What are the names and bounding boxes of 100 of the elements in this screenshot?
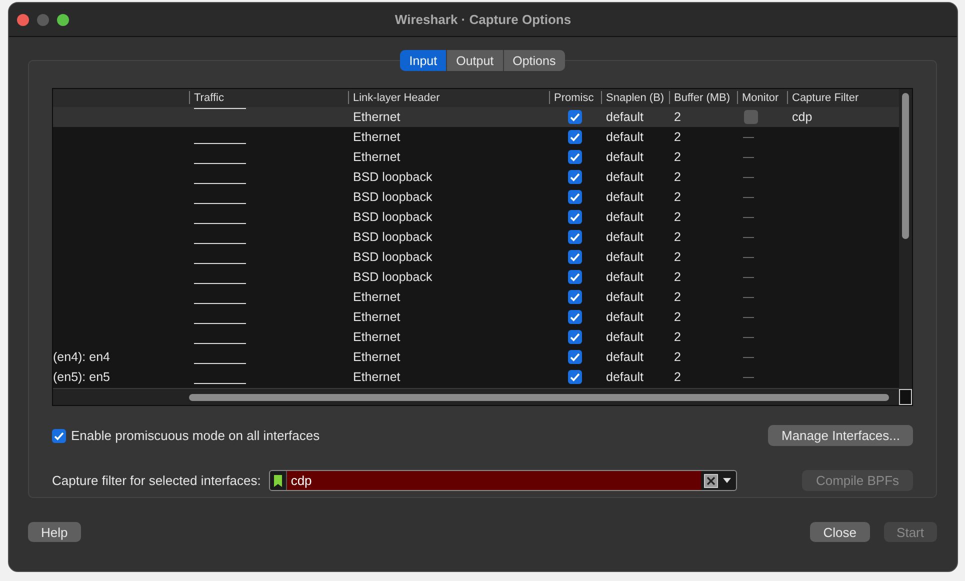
tab[interactable]: Input bbox=[400, 50, 446, 71]
promiscuous-checkbox[interactable] bbox=[568, 210, 582, 224]
column-header[interactable]: Link-layer Header bbox=[353, 92, 440, 104]
table-row[interactable]: Ethernet default 2 bbox=[53, 327, 899, 347]
table-row[interactable]: BSD loopback default 2 bbox=[53, 167, 899, 187]
table-cell: 2 bbox=[674, 170, 681, 184]
traffic-sparkline bbox=[194, 202, 246, 205]
table-row[interactable]: BSD loopback default 2 bbox=[53, 247, 899, 267]
promiscuous-checkbox[interactable] bbox=[568, 290, 582, 304]
table-cell: default bbox=[606, 190, 644, 204]
column-header[interactable]: Buffer (MB) bbox=[674, 92, 730, 104]
table-cell: default bbox=[606, 150, 644, 164]
manage-interfaces-button[interactable]: Manage Interfaces... bbox=[768, 425, 913, 446]
traffic-sparkline bbox=[194, 242, 246, 245]
table-row[interactable]: BSD loopback default 2 bbox=[53, 227, 899, 247]
table-cell: 2 bbox=[674, 190, 681, 204]
promiscuous-checkbox[interactable] bbox=[568, 190, 582, 204]
table-row[interactable]: (en4): en4 Ethernet default 2 bbox=[53, 347, 899, 367]
traffic-sparkline bbox=[194, 302, 246, 305]
tab[interactable]: Output bbox=[446, 50, 503, 71]
promiscuous-checkbox[interactable] bbox=[568, 370, 582, 384]
traffic-sparkline bbox=[194, 107, 246, 110]
table-cell: default bbox=[606, 110, 644, 124]
table-cell: 2 bbox=[674, 250, 681, 264]
promiscuous-checkbox[interactable] bbox=[568, 310, 582, 324]
table-row[interactable]: BSD loopback default 2 bbox=[53, 267, 899, 287]
table-cell: default bbox=[606, 230, 644, 244]
promiscuous-checkbox[interactable] bbox=[568, 250, 582, 264]
promiscuous-checkbox[interactable] bbox=[568, 270, 582, 284]
table-cell: Ethernet bbox=[353, 150, 400, 164]
table-row[interactable]: Ethernet default 2 bbox=[53, 147, 899, 167]
table-row[interactable]: Ethernet default 2 bbox=[53, 307, 899, 327]
table-row[interactable]: Ethernet default 2 bbox=[53, 127, 899, 147]
table-row[interactable]: Ethernet default 2 bbox=[53, 287, 899, 307]
traffic-sparkline bbox=[194, 222, 246, 225]
vertical-scrollbar[interactable] bbox=[902, 93, 909, 239]
promiscuous-checkbox[interactable] bbox=[568, 150, 582, 164]
table-cell: BSD loopback bbox=[353, 190, 432, 204]
column-header[interactable]: Traffic bbox=[194, 92, 224, 104]
table-cell: 2 bbox=[674, 230, 681, 244]
column-header[interactable]: Capture Filter bbox=[792, 92, 859, 104]
table-cell: 2 bbox=[674, 290, 681, 304]
horizontal-scrollbar[interactable] bbox=[189, 394, 889, 400]
table-row[interactable]: BSD loopback default 2 bbox=[53, 207, 899, 227]
table-cell: BSD loopback bbox=[353, 210, 432, 224]
table-cell: default bbox=[606, 350, 644, 364]
table-cell: 2 bbox=[674, 330, 681, 344]
table-cell: Ethernet bbox=[353, 310, 400, 324]
traffic-sparkline bbox=[194, 362, 246, 365]
traffic-sparkline bbox=[194, 182, 246, 185]
traffic-sparkline bbox=[194, 382, 246, 385]
promiscuous-checkbox[interactable] bbox=[568, 110, 582, 124]
zoom-window-icon[interactable] bbox=[57, 14, 69, 26]
table-cell: 2 bbox=[674, 270, 681, 284]
table-cell: Ethernet bbox=[353, 350, 400, 364]
table-cell: BSD loopback bbox=[353, 230, 432, 244]
table-cell: Ethernet bbox=[353, 130, 400, 144]
tab[interactable]: Options bbox=[502, 50, 565, 71]
table-row[interactable]: Ethernet default 2 cdp bbox=[53, 107, 899, 127]
table-row[interactable]: (en5): en5 Ethernet default 2 bbox=[53, 367, 899, 387]
promiscuous-checkbox[interactable] bbox=[568, 170, 582, 184]
table-cell: 2 bbox=[674, 210, 681, 224]
capture-filter-field[interactable]: cdp bbox=[268, 470, 737, 491]
traffic-sparkline bbox=[194, 282, 246, 285]
table-cell: default bbox=[606, 250, 644, 264]
table-cell: cdp bbox=[792, 110, 812, 124]
checkbox-label[interactable]: Enable promiscuous mode on all interfaces bbox=[71, 428, 320, 443]
table-cell: default bbox=[606, 170, 644, 184]
promiscuous-checkbox[interactable] bbox=[568, 350, 582, 364]
table-cell: 2 bbox=[674, 350, 681, 364]
traffic-sparkline bbox=[194, 142, 246, 145]
column-header[interactable]: Promisc bbox=[554, 92, 594, 104]
close-window-icon[interactable] bbox=[17, 14, 29, 26]
promiscuous-checkbox[interactable] bbox=[568, 130, 582, 144]
table-cell: 2 bbox=[674, 110, 681, 124]
dialog-button[interactable]: Help bbox=[28, 522, 81, 542]
table-cell: 2 bbox=[674, 310, 681, 324]
traffic-sparkline bbox=[194, 262, 246, 265]
table-cell: default bbox=[606, 330, 644, 344]
table-cell: default bbox=[606, 270, 644, 284]
promiscuous-checkbox[interactable] bbox=[568, 330, 582, 344]
filter-label: Capture filter for selected interfaces: bbox=[52, 473, 261, 488]
column-header[interactable]: Snaplen (B) bbox=[606, 92, 664, 104]
interface-name: (en4): en4 bbox=[53, 350, 110, 364]
table-cell: 2 bbox=[674, 370, 681, 384]
table-cell: BSD loopback bbox=[353, 250, 432, 264]
table-cell: Ethernet bbox=[353, 370, 400, 384]
table-cell: Ethernet bbox=[353, 290, 400, 304]
table-cell: BSD loopback bbox=[353, 170, 432, 184]
traffic-sparkline bbox=[194, 322, 246, 325]
traffic-sparkline bbox=[194, 342, 246, 345]
table-cell: default bbox=[606, 370, 644, 384]
checkbox[interactable] bbox=[52, 428, 66, 442]
promiscuous-checkbox[interactable] bbox=[568, 230, 582, 244]
column-header[interactable]: Monitor bbox=[742, 92, 779, 104]
dialog-button[interactable]: Close bbox=[810, 522, 870, 542]
table-cell: default bbox=[606, 290, 644, 304]
monitor-checkbox[interactable] bbox=[744, 110, 758, 124]
table-row[interactable]: BSD loopback default 2 bbox=[53, 187, 899, 207]
table-cell: default bbox=[606, 310, 644, 324]
